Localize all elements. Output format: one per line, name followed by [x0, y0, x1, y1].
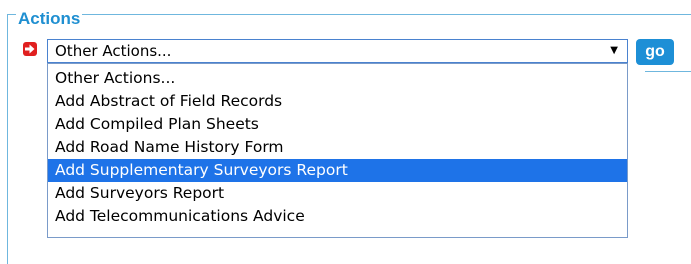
option-other-actions[interactable]: Other Actions... — [48, 67, 627, 90]
option-add-compiled-plan-sheets[interactable]: Add Compiled Plan Sheets — [48, 113, 627, 136]
option-add-supplementary-surveyors-report[interactable]: Add Supplementary Surveyors Report — [48, 159, 627, 182]
option-add-surveyors-report[interactable]: Add Surveyors Report — [48, 182, 627, 205]
actions-select-value: Other Actions... — [55, 42, 172, 60]
panel-border-left — [7, 72, 8, 264]
actions-dropdown-list: Other Actions... Add Abstract of Field R… — [47, 63, 628, 238]
panel-border-bottom — [645, 71, 691, 72]
actions-select[interactable]: Other Actions... ▼ — [47, 39, 628, 63]
go-button[interactable]: go — [636, 39, 674, 65]
panel-legend: Actions — [16, 9, 83, 29]
option-add-abstract-of-field-records[interactable]: Add Abstract of Field Records — [48, 90, 627, 113]
chevron-down-icon[interactable]: ▼ — [610, 40, 618, 62]
option-add-road-name-history-form[interactable]: Add Road Name History Form — [48, 136, 627, 159]
option-add-telecommunications-advice[interactable]: Add Telecommunications Advice — [48, 205, 627, 228]
arrow-right-icon — [23, 42, 37, 56]
